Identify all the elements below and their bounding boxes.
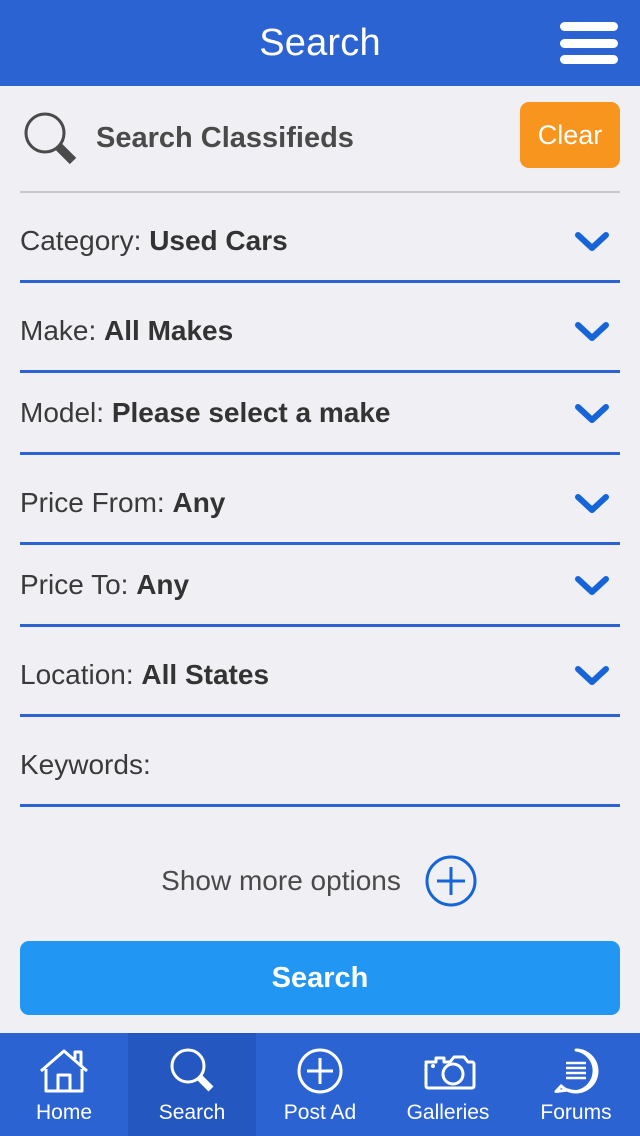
form-row-keywords[interactable]: Keywords: [20, 725, 620, 807]
row-value-price-from: Any [172, 486, 226, 518]
chevron-down-icon[interactable] [572, 319, 612, 343]
row-value-price-to: Any [136, 568, 190, 600]
tab-label-forums: Forums [540, 1100, 612, 1124]
app-header: Search [0, 0, 640, 86]
form-row-make[interactable]: Make: All Makes [20, 291, 620, 373]
chevron-down-icon[interactable] [572, 401, 612, 425]
tab-search[interactable]: Search [128, 1033, 256, 1136]
home-icon [40, 1049, 88, 1092]
row-label-location: Location: All States [20, 658, 270, 690]
tab-galleries[interactable]: Galleries [384, 1033, 512, 1136]
tab-label-post-ad: Post Ad [283, 1100, 357, 1124]
bottom-tab-bar: Home Search Post Ad Galleries Forums [0, 1033, 640, 1136]
form-row-category[interactable]: Category: Used Cars [20, 201, 620, 283]
page-title: Search [259, 21, 381, 64]
plus-circle-icon[interactable] [423, 853, 479, 909]
chevron-down-icon[interactable] [572, 663, 612, 687]
form-row-price-from[interactable]: Price From: Any [20, 463, 620, 545]
hamburger-bar [560, 55, 618, 64]
magnifier-icon [170, 1048, 214, 1091]
hamburger-menu-icon[interactable] [560, 22, 618, 64]
search-submit-button[interactable]: Search [20, 941, 620, 1015]
row-label-make: Make: All Makes [20, 314, 234, 346]
hamburger-bar [560, 22, 618, 31]
search-form: Category: Used Cars Make: All Makes Mode… [0, 193, 640, 909]
hamburger-bar [560, 38, 618, 48]
form-row-price-to[interactable]: Price To: Any [20, 545, 620, 627]
chevron-down-icon[interactable] [572, 573, 612, 597]
row-label-price-from: Price From: Any [20, 486, 226, 518]
search-screen: Search Search Classifieds Clear Category… [0, 0, 640, 1136]
row-label-price-to: Price To: Any [20, 568, 190, 600]
row-label-category: Category: Used Cars [20, 224, 288, 256]
row-value-location: All States [141, 658, 270, 690]
tab-post-ad[interactable]: Post Ad [256, 1033, 384, 1136]
form-row-location[interactable]: Location: All States [20, 635, 620, 717]
row-label-model: Model: Please select a make [20, 396, 391, 428]
search-classifieds-title: Search Classifieds [96, 122, 354, 154]
clear-button[interactable]: Clear [520, 102, 620, 168]
row-value-model: Please select a make [111, 396, 391, 428]
tab-label-galleries: Galleries [406, 1100, 490, 1124]
tab-label-search: Search [158, 1100, 226, 1124]
speech-bubble-icon [554, 1048, 599, 1093]
chevron-down-icon[interactable] [572, 491, 612, 515]
row-label-keywords: Keywords: [20, 748, 151, 780]
row-value-category: Used Cars [149, 224, 288, 256]
chevron-down-icon[interactable] [572, 229, 612, 253]
row-value-make: All Makes [104, 314, 234, 346]
camera-icon [424, 1055, 476, 1089]
tab-home[interactable]: Home [0, 1033, 128, 1136]
plus-circle-icon [297, 1048, 343, 1093]
show-more-options-label: Show more options [161, 865, 401, 896]
show-more-options[interactable]: Show more options [20, 853, 620, 909]
form-row-model[interactable]: Model: Please select a make [20, 373, 620, 455]
tab-forums[interactable]: Forums [512, 1033, 640, 1136]
magnifier-icon [24, 112, 77, 164]
search-classifieds-bar: Search Classifieds Clear [0, 86, 640, 191]
tab-label-home: Home [35, 1100, 93, 1124]
